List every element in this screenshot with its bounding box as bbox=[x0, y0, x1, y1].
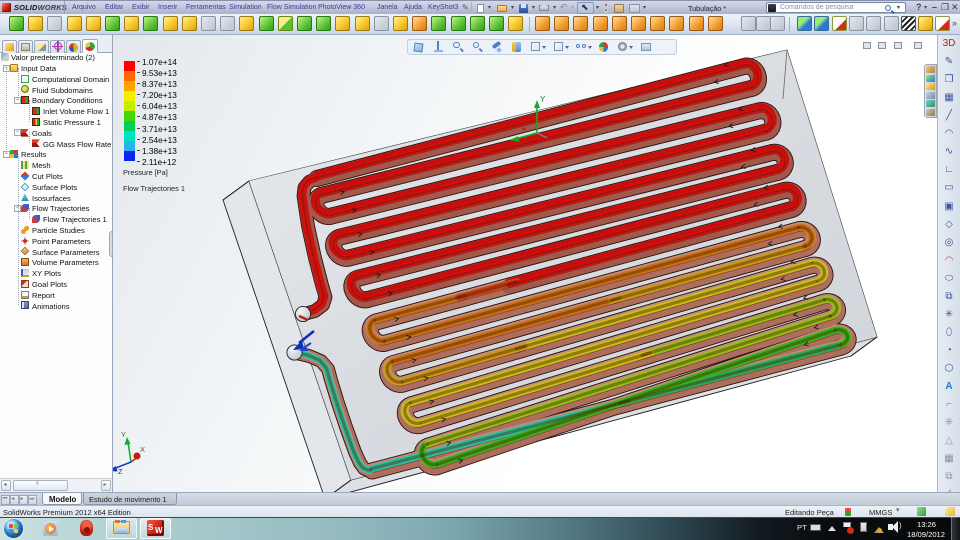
svg-text:Y: Y bbox=[121, 430, 126, 439]
svg-text:X: X bbox=[140, 445, 145, 454]
svg-text:Y: Y bbox=[540, 95, 546, 104]
svg-text:Z: Z bbox=[118, 467, 123, 476]
